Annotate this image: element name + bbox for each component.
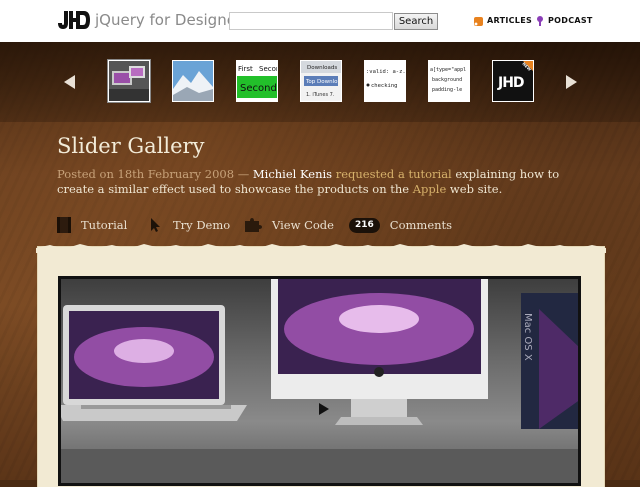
nav-podcast-label: PODCAST [548,16,593,25]
slider-viewport[interactable]: Mac OS X [58,276,581,486]
nav-articles-label: ARTICLES [487,16,533,25]
svg-text:JHD: JHD [497,75,524,91]
play-icon[interactable] [319,403,329,415]
svg-text::valid: a-z.: :valid: a-z. [366,69,405,75]
svg-text:Downloads: Downloads [307,65,337,71]
tutorial-link[interactable]: Tutorial [57,216,127,234]
puzzle-icon [245,218,262,232]
search-input[interactable] [229,12,393,30]
thumb-image: :valid: a-z. checking [365,61,405,101]
thumb-first-second[interactable]: First Secon Second [236,60,278,102]
search-button[interactable]: Search [394,13,438,30]
svg-text:Mac OS X: Mac OS X [522,313,533,361]
svg-text:a[type="appl: a[type="appl [430,67,466,73]
svg-text:Secon: Secon [259,65,277,73]
svg-text:First: First [238,65,253,73]
thumb-image: Downloads Top Downlo 1. iTunes 7. [301,61,341,101]
author-link[interactable]: Michiel Kenis [253,167,332,181]
jhd-logo-icon [58,11,90,29]
svg-text:Top Downlo: Top Downlo [305,79,338,85]
podcast-icon [536,16,544,26]
article-title: Slider Gallery [57,134,205,158]
svg-text:background: background [432,77,462,83]
thumb-code-css[interactable]: a[type="appl background padding-le [428,60,470,102]
thumb-image: NEW JHD [493,61,533,101]
thumb-snow-photo[interactable] [172,60,214,102]
nav-articles-link[interactable]: ARTICLES [474,14,532,28]
thumb-downloads[interactable]: Downloads Top Downlo 1. iTunes 7. [300,60,342,102]
film-icon [57,217,71,233]
arrow-left-icon[interactable] [64,75,75,89]
svg-text:Second: Second [240,83,277,94]
svg-text:padding-le: padding-le [432,87,462,93]
site-title[interactable]: jQuery for Designers [95,11,250,29]
meta-text-end: web site. [446,182,503,196]
view-code-label: View Code [272,218,334,232]
paper-torn-edge [36,244,606,253]
thumb-image: First Secon Second [237,61,277,101]
thumb-slider-gallery[interactable] [107,59,151,103]
nav-podcast-link[interactable]: PODCAST [536,14,593,28]
article-meta: Posted on 18th February 2008 — Michiel K… [57,167,577,197]
tutorial-label: Tutorial [81,218,128,232]
comment-count-badge: 216 [349,217,380,233]
thumb-code-valid[interactable]: :valid: a-z. checking [364,60,406,102]
product-slide-image: Mac OS X [61,279,578,483]
thumb-image [109,61,149,101]
svg-text:checking: checking [371,83,398,89]
posted-date: Posted on 18th February 2008 — [57,167,253,181]
thumb-jhd-logo[interactable]: NEW JHD [492,60,534,102]
request-link[interactable]: requested a tutorial [332,167,452,181]
arrow-right-icon[interactable] [566,75,577,89]
try-demo-link[interactable]: Try Demo [149,216,230,234]
try-demo-label: Try Demo [173,218,231,232]
cursor-icon [151,218,160,232]
svg-text:1. iTunes 7.: 1. iTunes 7. [306,92,335,98]
view-code-link[interactable]: View Code [244,216,334,234]
thumb-image [173,61,213,101]
comments-link[interactable]: 216 Comments [349,216,452,234]
thumb-image: a[type="appl background padding-le [429,61,469,101]
site-logo[interactable] [56,9,90,31]
comments-label: Comments [389,218,453,232]
rss-icon [474,16,483,26]
apple-link[interactable]: Apple [413,182,447,196]
